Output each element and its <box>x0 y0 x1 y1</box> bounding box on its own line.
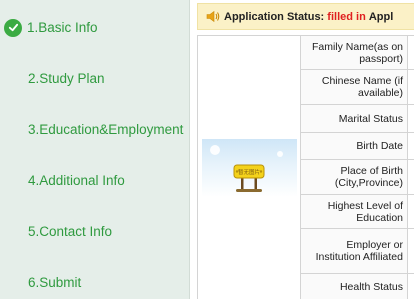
sign-text: 暂无图片 <box>237 168 259 176</box>
field-label: Marital Status <box>300 104 408 133</box>
no-image-sign-icon: 暂无图片 <box>233 164 264 192</box>
step-study-plan[interactable]: 2.Study Plan <box>0 53 190 104</box>
field-value[interactable] <box>407 69 414 105</box>
field-label: Place of Birth (City,Province) <box>300 159 408 195</box>
check-circle-icon <box>4 18 22 37</box>
status-label: Application Status: <box>224 10 325 23</box>
step-label: 5.Contact Info <box>28 224 113 239</box>
step-sidebar: 1.Basic Info 2.Study Plan 3.Education&Em… <box>0 0 190 299</box>
step-label: 4.Additional Info <box>28 173 125 188</box>
field-label: Family Name(as on passport) <box>300 35 408 70</box>
speaker-icon <box>206 10 220 23</box>
field-label: Chinese Name (if available) <box>300 69 408 105</box>
step-submit[interactable]: 6.Submit <box>0 257 190 299</box>
field-label: Highest Level of Education <box>300 194 408 229</box>
field-label: Employer or Institution Affiliated <box>300 228 408 274</box>
field-value[interactable] <box>407 104 414 133</box>
field-value[interactable] <box>407 194 414 229</box>
step-label: 2.Study Plan <box>28 71 105 86</box>
photo-placeholder[interactable]: 暂无图片 <box>201 138 297 197</box>
step-education-employment[interactable]: 3.Education&Employment <box>0 104 190 155</box>
step-label: 3.Education&Employment <box>28 122 184 137</box>
field-value[interactable] <box>407 159 414 195</box>
field-value[interactable] <box>407 35 414 70</box>
status-trailing-text: Appl <box>368 10 394 23</box>
step-contact-info[interactable]: 5.Contact Info <box>0 206 190 257</box>
field-value[interactable] <box>407 273 414 299</box>
application-status-bar: Application Status: filled in Appl <box>197 3 414 30</box>
step-label: 1.Basic Info <box>27 20 98 35</box>
basic-info-form: 暂无图片 Family Name(as on passport) Chinese… <box>197 35 414 299</box>
step-additional-info[interactable]: 4.Additional Info <box>0 155 190 206</box>
field-value[interactable] <box>407 228 414 274</box>
field-label: Health Status <box>300 273 408 299</box>
photo-cell: 暂无图片 <box>197 35 301 299</box>
field-value[interactable] <box>407 132 414 160</box>
status-value: filled in <box>327 10 366 23</box>
step-basic-info[interactable]: 1.Basic Info <box>0 2 190 53</box>
field-label: Birth Date <box>300 132 408 160</box>
step-label: 6.Submit <box>28 275 82 290</box>
